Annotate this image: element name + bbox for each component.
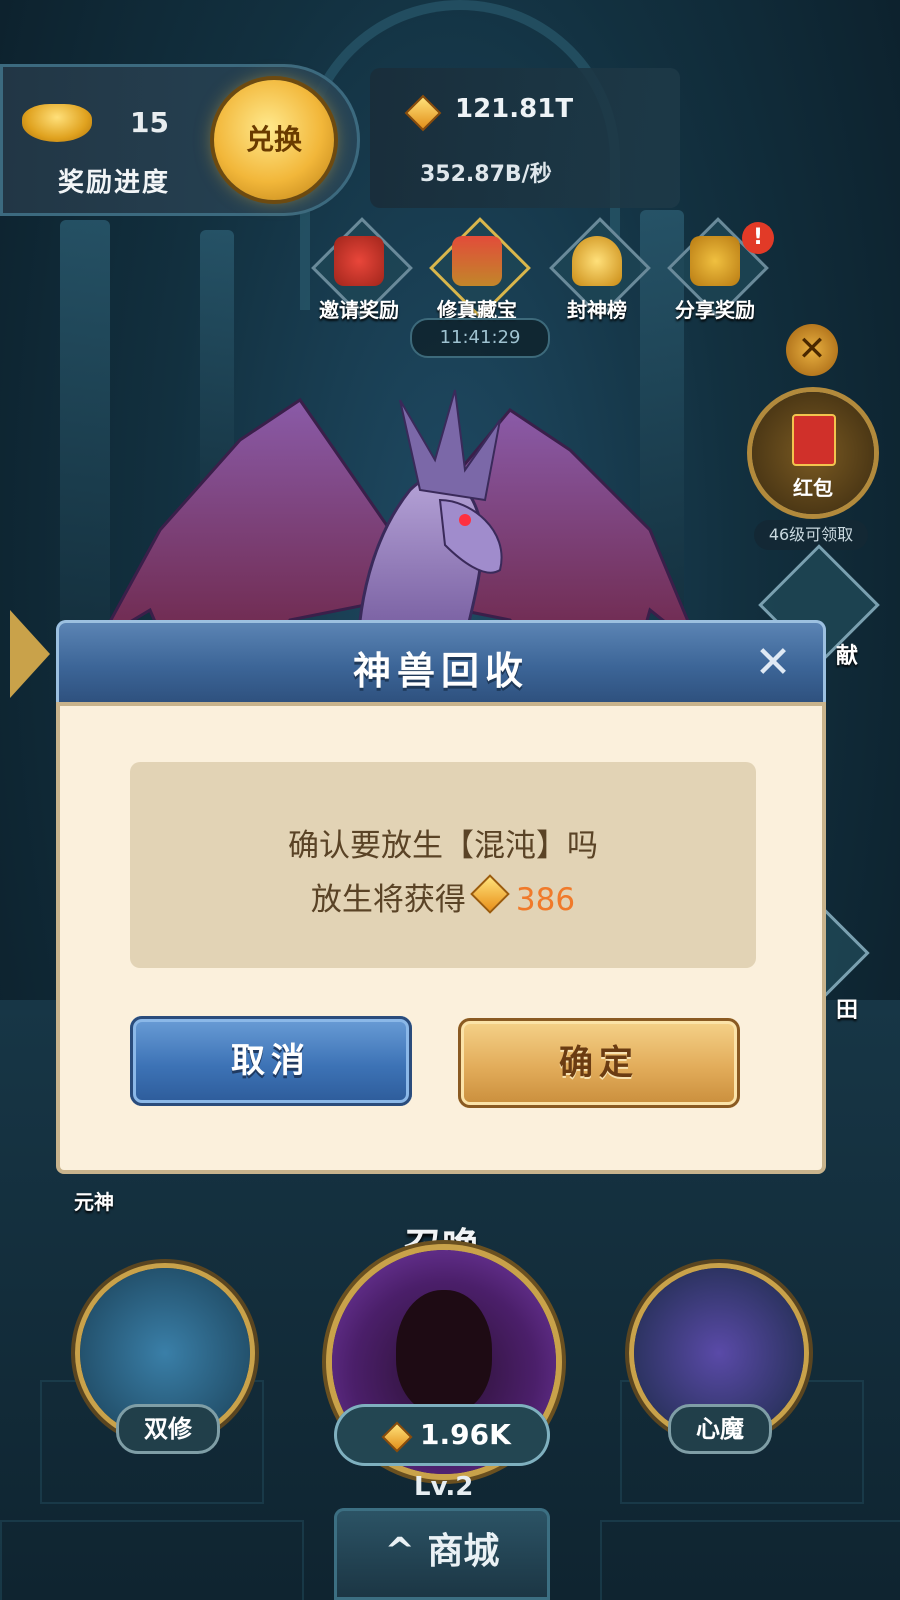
summon-level: Lv.2	[414, 1472, 474, 1502]
treasure-button[interactable]: 修真藏宝	[422, 217, 532, 332]
red-packet-button[interactable]: 红包	[752, 392, 874, 514]
gold-total: 121.81T	[455, 94, 574, 124]
dialog-body: 确认要放生【混沌】吗 放生将获得 386 取消 确定	[56, 702, 826, 1174]
dual-cultivation-label: 双修	[116, 1404, 220, 1454]
invite-reward-label: 邀请奖励	[319, 298, 399, 322]
contribution-label-partial: 献	[836, 644, 859, 669]
share-reward-label: 分享奖励	[675, 298, 755, 322]
dialog-close-icon[interactable]: ✕	[748, 638, 798, 688]
left-expand-arrow-icon[interactable]	[10, 610, 50, 698]
share-reward-icon	[690, 236, 740, 286]
exchange-button-label: 兑换	[245, 123, 302, 156]
dialog-title: 神兽回收	[352, 649, 529, 693]
red-packet-level-hint: 46级可领取	[754, 520, 868, 550]
floor-tile	[600, 1520, 900, 1600]
ranking-label: 封神榜	[567, 298, 627, 322]
invite-reward-icon	[334, 236, 384, 286]
chevron-up-icon: ^	[384, 1531, 415, 1572]
trophy-cup-icon	[572, 236, 622, 286]
exchange-button[interactable]: 兑换	[214, 80, 334, 200]
shop-tab[interactable]: ^ 商城	[334, 1508, 550, 1600]
reward-amount: 386	[515, 882, 576, 918]
floor-tile	[0, 1520, 304, 1600]
treasure-chest-icon	[452, 236, 502, 286]
release-beast-dialog: 神兽回收 ✕ 确认要放生【混沌】吗 放生将获得 386 取消 确定	[56, 620, 826, 1174]
yuanshen-label: 元神	[74, 1190, 114, 1214]
confirm-message: 确认要放生【混沌】吗	[288, 828, 598, 864]
ingot-count: 15	[130, 106, 169, 139]
cancel-button[interactable]: 取消	[130, 1016, 412, 1106]
alert-badge: !	[742, 222, 774, 254]
reward-progress-label: 奖励进度	[58, 168, 171, 198]
message-box: 确认要放生【混沌】吗 放生将获得 386	[130, 762, 756, 968]
side-collapse-button[interactable]: ✕	[786, 324, 838, 376]
invite-reward-button[interactable]: 邀请奖励	[304, 217, 414, 332]
red-packet-label: 红包	[793, 476, 833, 500]
ranking-button[interactable]: 封神榜	[542, 217, 652, 332]
gold-rate: 352.87B/秒	[420, 162, 552, 187]
reward-message-prefix: 放生将获得	[310, 882, 466, 918]
inner-demon-label: 心魔	[668, 1404, 772, 1454]
summon-cost: 1.96K	[420, 1418, 511, 1451]
side-feature-label-partial: 田	[836, 998, 859, 1023]
shop-label: 商城	[427, 1531, 500, 1572]
dialog-header: 神兽回收 ✕	[56, 620, 826, 706]
red-envelope-icon	[792, 414, 836, 466]
monster-egg-icon	[396, 1290, 492, 1414]
treasure-timer: 11:41:29	[410, 318, 550, 358]
spirit-gem-icon	[470, 874, 510, 914]
reward-message: 放生将获得 386	[130, 874, 756, 919]
gold-ingot-icon	[22, 104, 92, 142]
shop-label-row: ^ 商城	[334, 1522, 550, 1574]
confirm-button[interactable]: 确定	[458, 1018, 740, 1108]
